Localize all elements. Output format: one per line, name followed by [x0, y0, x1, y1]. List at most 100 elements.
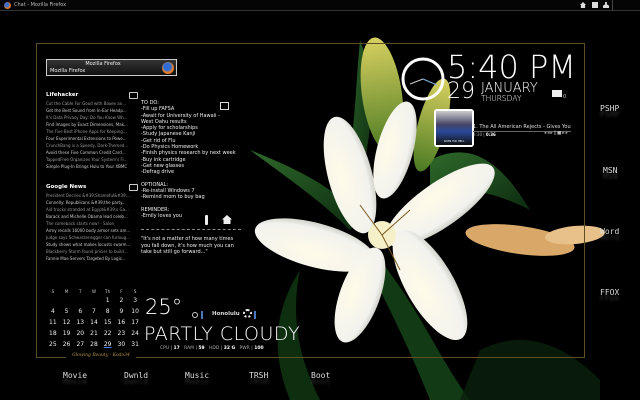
- calendar-day: [87, 295, 101, 306]
- window-icon[interactable]: [592, 2, 598, 8]
- calendar-weekday-header: W: [91, 288, 96, 294]
- calendar-day: 28: [90, 341, 98, 348]
- home-icon[interactable]: [580, 2, 586, 8]
- feed-item[interactable]: CrunchBang is a Speedy, Dark-Themed...: [46, 142, 138, 149]
- shortcut-movie[interactable]: Movie: [63, 371, 87, 380]
- feed-item[interactable]: Army recalls 16000 body armor sets am...: [46, 227, 138, 234]
- calendar-weekday-header: F: [120, 288, 123, 294]
- calendar-weekday-header: S: [51, 288, 55, 294]
- feed-item[interactable]: President Decries &#39;Shameful&#39;...: [46, 192, 138, 199]
- divider: [612, 0, 613, 11]
- quote-text: "It's not a matter of how many times you…: [141, 236, 234, 255]
- system-stats: CPU | 17 RAM | 59 HDD | 32 G PWR | 100: [160, 346, 264, 351]
- firefox-icon: [162, 62, 174, 74]
- calendar-weekday-header: S: [133, 288, 137, 294]
- frame-bottom-left: [36, 357, 66, 358]
- calendar-weekday-header: Th: [105, 288, 111, 294]
- calendar-day: 22: [103, 330, 112, 337]
- feed-item[interactable]: Barack and Michelle Obama lead celeb...: [46, 213, 138, 220]
- frame-left: [36, 43, 37, 358]
- shortcut-pshp[interactable]: PSHP: [600, 104, 619, 113]
- feed-item[interactable]: Find Images by Exact Dimensions, Mak...: [46, 121, 138, 128]
- elapsed-time: 3:30: [473, 132, 482, 137]
- feed-item[interactable]: Avoid these Five Common Credit Card...: [46, 149, 138, 156]
- shortcut-msn[interactable]: MSN: [603, 166, 617, 175]
- calendar-day: 18: [49, 330, 57, 337]
- signal-bar-icon: [201, 311, 203, 319]
- window-titlebar[interactable]: Chat - Mozilla Firefox: [0, 0, 640, 11]
- calendar-day: 13: [76, 319, 85, 326]
- ram-label: RAM: [184, 346, 195, 351]
- shortcut-ffox[interactable]: FFOX: [600, 288, 619, 297]
- calendar: S M T W Th F S 1 2 3 4 5 6 7 8 9 10 11 12 13 14 15 16 17 18 19 20 2…: [46, 287, 142, 350]
- calendar-day: 21: [90, 330, 98, 337]
- feed-item[interactable]: Study shows what makes locusts swarm...: [46, 241, 138, 248]
- calendar-day: 15: [103, 319, 112, 326]
- calendar-day: [73, 295, 87, 306]
- ram-value: 59: [198, 346, 205, 351]
- hdd-value: 32 G: [223, 346, 236, 351]
- feed-item[interactable]: Fannie Mae Servers Targeted By Logic...: [46, 255, 138, 262]
- feed-item[interactable]: The comeback starts now! - Salon: [46, 220, 138, 227]
- theme-credit: Glowing Beauty - Kodo34: [72, 353, 130, 358]
- next-icon[interactable]: ▸▸: [562, 131, 569, 136]
- book-icon[interactable]: [129, 92, 138, 99]
- lifehacker-feed: Lifehacker Cut the Cable For Good with B…: [46, 92, 138, 170]
- shortcut-trash[interactable]: TRSH: [249, 371, 268, 380]
- shortcut-word[interactable]: Word: [600, 227, 619, 236]
- analog-clock-icon: [401, 57, 445, 101]
- calendar-weekday-header: M: [64, 288, 69, 294]
- battery-icon: [254, 311, 256, 319]
- calendar-day: 17: [131, 319, 139, 326]
- google-news-feed: Google News President Decries &#39;Shame…: [46, 184, 138, 262]
- weather-condition: PARTLY CLOUDY: [144, 323, 301, 345]
- calendar-day: 5: [64, 308, 69, 315]
- mail-count: 0: [563, 94, 567, 100]
- feed-item[interactable]: Connelly: Republicans &#39;the party...: [46, 199, 138, 206]
- desktop: Chat - Mozilla Firefox Glowing Beauty - …: [0, 0, 640, 400]
- feed-title: Google News: [46, 184, 87, 190]
- mail-icon[interactable]: [552, 90, 562, 97]
- feed-item[interactable]: Blackberry Storm found pricier to build.…: [46, 248, 138, 255]
- gear-icon[interactable]: [243, 309, 252, 318]
- clock-weekday: THURSDAY: [481, 94, 522, 103]
- media-controls[interactable]: ◂◂▸‖■▸▸: [544, 131, 569, 136]
- calendar-day: 26: [62, 341, 71, 348]
- pwr-label: PWR: [239, 346, 250, 351]
- shortcut-boot[interactable]: Boot: [311, 371, 330, 380]
- calendar-day: 6: [78, 308, 83, 315]
- calendar-day: 4: [50, 308, 55, 315]
- weather-temp: 25°: [145, 295, 183, 319]
- feed-item[interactable]: Four Experimental Extensions to Powe...: [46, 135, 138, 142]
- calendar-day: 14: [90, 319, 98, 326]
- person-icon[interactable]: [205, 215, 208, 225]
- feed-title: Lifehacker: [46, 92, 79, 98]
- todo-list[interactable]: TO DO: -Fill up FAFSA -Await for Univers…: [141, 100, 236, 220]
- calendar-weekday-header: T: [79, 288, 82, 294]
- window-title: Chat - Mozilla Firefox: [14, 2, 67, 8]
- shortcut-download[interactable]: Dwnld: [124, 371, 148, 380]
- calendar-day: 8: [105, 308, 110, 315]
- feed-item[interactable]: Judge says Schwarzenegger can furloug...: [46, 234, 138, 241]
- feed-item[interactable]: Get the Best Sound from In-Ear Headp...: [46, 107, 138, 114]
- feed-item[interactable]: The Five Best iPhone Apps for Keeping...: [46, 128, 138, 135]
- album-art[interactable]: GIVES YOU HELL: [434, 109, 474, 147]
- cpu-value: 17: [173, 346, 180, 351]
- signal-icon: [192, 312, 198, 318]
- feed-item[interactable]: It's Data Privacy Day: Do You Know Wh...: [46, 114, 138, 121]
- calendar-day: 2: [119, 297, 124, 304]
- network-icon[interactable]: [603, 2, 609, 8]
- feed-item[interactable]: Simple Plug-In Brings Hulu to Your XBMC: [46, 163, 138, 170]
- feed-item[interactable]: Aid trucks stranded at Egypt&#39;s Ga...: [46, 206, 138, 213]
- shortcut-music[interactable]: Music: [185, 371, 209, 380]
- feed-item[interactable]: Cut the Cable For Good with Boxee an...: [46, 100, 138, 107]
- feed-item[interactable]: TappedFree Organizes Your System's Fi...: [46, 156, 138, 163]
- cpu-label: CPU: [160, 346, 170, 351]
- hdd-label: HDD: [208, 346, 220, 351]
- book-icon[interactable]: [129, 184, 138, 191]
- checkbox-icon[interactable]: [220, 102, 229, 110]
- task-subtitle: Mozilla Firefox: [50, 68, 86, 74]
- calendar-day: 24: [131, 330, 139, 337]
- active-task-box[interactable]: Mozilla Firefox Mozilla Firefox: [46, 59, 177, 76]
- calendar-day: 31: [131, 341, 139, 348]
